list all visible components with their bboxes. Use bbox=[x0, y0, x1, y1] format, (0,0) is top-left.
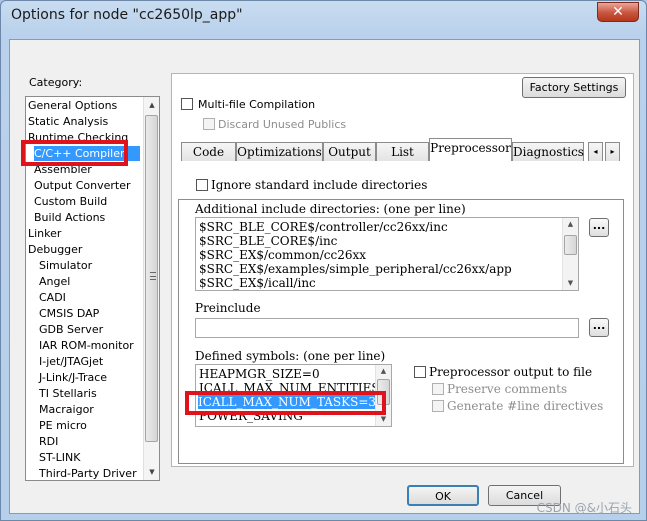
category-item[interactable]: Simulator bbox=[39, 258, 92, 273]
include-dirs-label: Additional include directories: (one per… bbox=[195, 202, 466, 216]
category-item[interactable]: Linker bbox=[28, 226, 61, 241]
tab-output[interactable]: Output bbox=[323, 142, 376, 161]
category-item[interactable]: TI Stellaris bbox=[39, 386, 97, 401]
scroll-up-icon[interactable]: ▲ bbox=[144, 97, 159, 113]
preserve-comments-label: Preserve comments bbox=[447, 382, 568, 396]
highlight-box-category bbox=[21, 140, 128, 166]
include-dir-line: $SRC_EX$/examples/simple_peripheral/cc26… bbox=[199, 262, 512, 276]
preserve-comments-checkbox[interactable] bbox=[432, 383, 444, 395]
category-item[interactable]: Macraigor bbox=[39, 402, 94, 417]
tab-scroll-right-icon[interactable]: ▸ bbox=[605, 142, 620, 161]
category-item[interactable]: General Options bbox=[28, 98, 117, 113]
multi-file-label: Multi-file Compilation bbox=[198, 98, 316, 111]
category-label: Category: bbox=[29, 76, 83, 89]
generate-line-label: Generate #line directives bbox=[447, 399, 604, 413]
ignore-std-checkbox[interactable] bbox=[196, 179, 208, 191]
scroll-up-icon[interactable]: ▲ bbox=[376, 365, 391, 378]
category-item[interactable]: Static Analysis bbox=[28, 114, 108, 129]
window-title: Options for node "cc2650lp_app" bbox=[11, 7, 243, 23]
tab-scroll-left-icon[interactable]: ◂ bbox=[588, 142, 603, 161]
include-dir-line: $SRC_BLE_CORE$/inc bbox=[199, 234, 338, 248]
category-item[interactable]: I-jet/JTAGjet bbox=[39, 354, 103, 369]
scroll-down-icon[interactable]: ▼ bbox=[144, 464, 159, 480]
category-item[interactable]: PE micro bbox=[39, 418, 87, 433]
tab-optimizations[interactable]: Optimizations bbox=[236, 142, 323, 161]
generate-line-checkbox[interactable] bbox=[432, 400, 444, 412]
category-item[interactable]: CMSIS DAP bbox=[39, 306, 99, 321]
category-item[interactable]: J-Link/J-Trace bbox=[39, 370, 107, 385]
include-dir-line: $SRC_BLE_CORE$/controller/cc26xx/inc bbox=[199, 220, 448, 234]
category-item[interactable]: Debugger bbox=[28, 242, 82, 257]
category-item[interactable]: CADI bbox=[39, 290, 66, 305]
options-dialog: Options for node "cc2650lp_app" ✕ Catego… bbox=[0, 0, 647, 521]
discard-unused-label: Discard Unused Publics bbox=[218, 118, 347, 131]
category-item[interactable]: Angel bbox=[39, 274, 70, 289]
category-item[interactable]: ST-LINK bbox=[39, 450, 80, 465]
category-item[interactable]: Output Converter bbox=[34, 178, 131, 193]
category-item[interactable]: Custom Build bbox=[34, 194, 107, 209]
category-scroll-thumb[interactable] bbox=[145, 115, 158, 442]
tab-diagnostics[interactable]: Diagnostics bbox=[512, 142, 584, 161]
highlight-box-symbol bbox=[185, 391, 386, 415]
include-dirs-textarea[interactable]: $SRC_BLE_CORE$/controller/cc26xx/inc $SRC… bbox=[195, 217, 579, 291]
include-browse-button[interactable]: ... bbox=[589, 218, 609, 237]
multi-file-checkbox[interactable] bbox=[181, 98, 193, 110]
ok-button[interactable]: OK bbox=[407, 485, 479, 506]
scroll-up-icon[interactable]: ▲ bbox=[563, 218, 578, 231]
close-button[interactable]: ✕ bbox=[597, 2, 639, 22]
scroll-down-icon[interactable]: ▼ bbox=[563, 277, 578, 290]
preinclude-input[interactable] bbox=[195, 318, 579, 338]
category-item[interactable]: RDI bbox=[39, 434, 58, 449]
watermark: CSDN @&小石头 bbox=[536, 501, 632, 515]
include-dir-line: $SRC_EX$/icall/inc bbox=[199, 276, 316, 290]
category-scrollbar[interactable]: ▲ ▼ bbox=[143, 97, 159, 480]
tab-preprocessor[interactable]: Preprocessor bbox=[429, 138, 512, 161]
tab-list[interactable]: List bbox=[376, 142, 429, 161]
category-item[interactable]: Third-Party Driver bbox=[39, 466, 137, 480]
pp-output-label: Preprocessor output to file bbox=[429, 365, 593, 379]
preinclude-label: Preinclude bbox=[195, 301, 261, 315]
defined-symbols-label: Defined symbols: (one per line) bbox=[195, 349, 386, 363]
discard-unused-checkbox[interactable] bbox=[203, 118, 215, 130]
dialog-body: Category: General Options Static Analysis… bbox=[9, 39, 640, 514]
include-dirs-scrollbar[interactable]: ▲ ▼ bbox=[562, 218, 578, 290]
category-item[interactable]: GDB Server bbox=[39, 322, 103, 337]
include-scroll-thumb[interactable] bbox=[564, 235, 577, 255]
preinclude-browse-button[interactable]: ... bbox=[589, 318, 609, 337]
pp-output-checkbox[interactable] bbox=[414, 366, 426, 378]
ignore-std-label: Ignore standard include directories bbox=[211, 178, 428, 192]
defined-symbol-line: HEAPMGR_SIZE=0 bbox=[199, 367, 320, 381]
tab-code[interactable]: Code bbox=[181, 142, 236, 161]
category-item[interactable]: IAR ROM-monitor bbox=[39, 338, 134, 353]
close-icon: ✕ bbox=[612, 4, 624, 20]
include-dir-line: $SRC_EX$/common/cc26xx bbox=[199, 248, 366, 262]
category-item[interactable]: Build Actions bbox=[34, 210, 105, 225]
factory-settings-button[interactable]: Factory Settings bbox=[522, 77, 626, 98]
